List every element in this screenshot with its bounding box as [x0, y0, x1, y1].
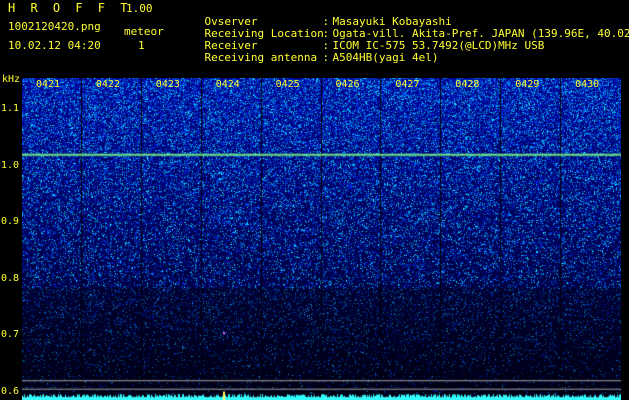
time-tick-label: 0424	[215, 79, 240, 90]
y-tick-label: 0.8	[1, 272, 20, 284]
waterfall-canvas	[22, 78, 621, 400]
date-time: 10.02.12 04:20	[8, 39, 101, 52]
app-title: H R O F F T	[8, 1, 132, 15]
file-name: 1002120420.png	[8, 20, 101, 33]
spectrogram-plot: 1.1 1.0 0.9 0.8 0.7 0.6 0421 0422 0423 0424 0425 0…	[0, 78, 629, 400]
y-tick-label: 1.1	[1, 103, 20, 115]
time-tick-label: 0422	[95, 79, 120, 90]
y-tick-label: 1.0	[1, 159, 20, 171]
info-value: A504HB(yagi 4el)	[332, 51, 439, 64]
time-tick-label: 0429	[515, 79, 540, 90]
time-tick-label: 0421	[36, 79, 61, 90]
meteor-count-label: meteor	[124, 25, 164, 38]
meteor-count-value: 1	[138, 39, 145, 52]
time-tick-label: 0426	[335, 79, 360, 90]
time-tick-label: 0428	[455, 79, 480, 90]
info-separator: :	[322, 51, 330, 64]
y-tick-label: 0.7	[1, 329, 20, 341]
header-panel: H R O F F T 1.00 1002120420.png meteor 1…	[0, 0, 629, 78]
time-tick-label: 0425	[275, 79, 300, 90]
time-tick-label: 0423	[155, 79, 180, 90]
time-tick-label: 0427	[395, 79, 420, 90]
info-antenna: Receiving antenna: A504HB(yagi 4el)	[178, 40, 439, 76]
info-key: Receiving antenna	[204, 51, 318, 64]
app-version: 1.00	[126, 2, 153, 15]
time-tick-label: 0430	[575, 79, 600, 90]
y-tick-label: 0.6	[1, 385, 20, 397]
y-axis: 1.1 1.0 0.9 0.8 0.7 0.6	[0, 78, 22, 400]
y-tick-label: 0.9	[1, 216, 20, 228]
